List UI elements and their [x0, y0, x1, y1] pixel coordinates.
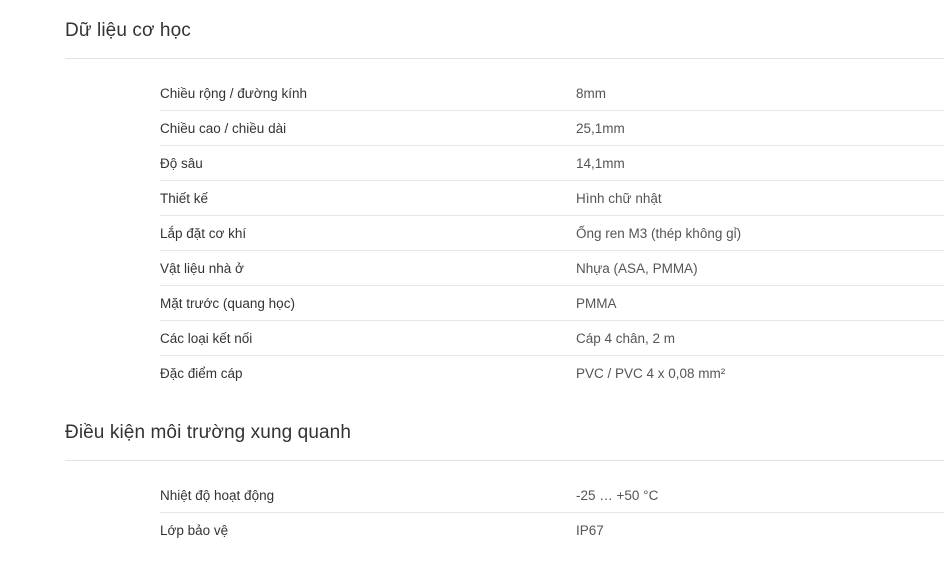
spec-row: Độ sâu 14,1mm	[160, 146, 944, 181]
section-mechanical: Dữ liệu cơ học	[65, 16, 944, 59]
spec-label: Chiều cao / chiều dài	[160, 120, 287, 136]
spec-row: Lắp đặt cơ khí Ống ren M3 (thép không gỉ…	[160, 216, 944, 251]
spec-value: IP67	[576, 523, 604, 538]
spec-label: Đặc điểm cáp	[160, 366, 243, 381]
spec-row: Chiều rộng / đường kính 8mm	[160, 76, 944, 111]
spec-label: Mặt trước (quang học)	[160, 295, 295, 311]
spec-value: 8mm	[576, 85, 606, 101]
spec-value: 25,1mm	[576, 120, 625, 136]
spec-row: Thiết kế Hình chữ nhật	[160, 181, 944, 216]
spec-label: Các loại kết nối	[160, 330, 253, 346]
spec-row: Chiều cao / chiều dài 25,1mm	[160, 111, 944, 146]
spec-row: Vật liệu nhà ở Nhựa (ASA, PMMA)	[160, 251, 944, 286]
spec-table-mechanical: Chiều rộng / đường kính 8mm Chiều cao / …	[160, 76, 944, 391]
section-divider	[65, 460, 944, 461]
section-title-ambient: Điều kiện môi trường xung quanh	[65, 422, 351, 443]
spec-row: Lớp bảo vệ IP67	[160, 513, 944, 548]
spec-value: Ống ren M3 (thép không gỉ)	[576, 225, 742, 241]
spec-value: PMMA	[576, 295, 617, 311]
spec-label: Lắp đặt cơ khí	[160, 225, 247, 241]
spec-row: Đặc điểm cáp PVC / PVC 4 x 0,08 mm²	[160, 356, 944, 391]
spec-value: Cáp 4 chân, 2 m	[576, 330, 676, 346]
spec-label: Độ sâu	[160, 155, 203, 171]
spec-value: Nhựa (ASA, PMMA)	[576, 260, 698, 276]
spec-row: Nhiệt độ hoạt động -25 … +50 °C	[160, 478, 944, 513]
spec-value: -25 … +50 °C	[576, 487, 659, 503]
spec-value: 14,1mm	[576, 155, 625, 171]
spec-label: Thiết kế	[160, 190, 209, 206]
spec-row: Mặt trước (quang học) PMMA	[160, 286, 944, 321]
spec-label: Chiều rộng / đường kính	[160, 85, 307, 101]
spec-value: Hình chữ nhật	[576, 190, 662, 206]
spec-table-ambient: Nhiệt độ hoạt động -25 … +50 °C Lớp bảo …	[160, 478, 944, 548]
section-title-mechanical: Dữ liệu cơ học	[65, 20, 191, 41]
section-divider	[65, 58, 944, 59]
spec-row: Các loại kết nối Cáp 4 chân, 2 m	[160, 321, 944, 356]
spec-label: Lớp bảo vệ	[160, 523, 229, 538]
spec-label: Nhiệt độ hoạt động	[160, 487, 275, 503]
section-ambient: Điều kiện môi trường xung quanh	[65, 418, 944, 461]
spec-value: PVC / PVC 4 x 0,08 mm²	[576, 366, 726, 381]
spec-label: Vật liệu nhà ở	[160, 260, 244, 276]
